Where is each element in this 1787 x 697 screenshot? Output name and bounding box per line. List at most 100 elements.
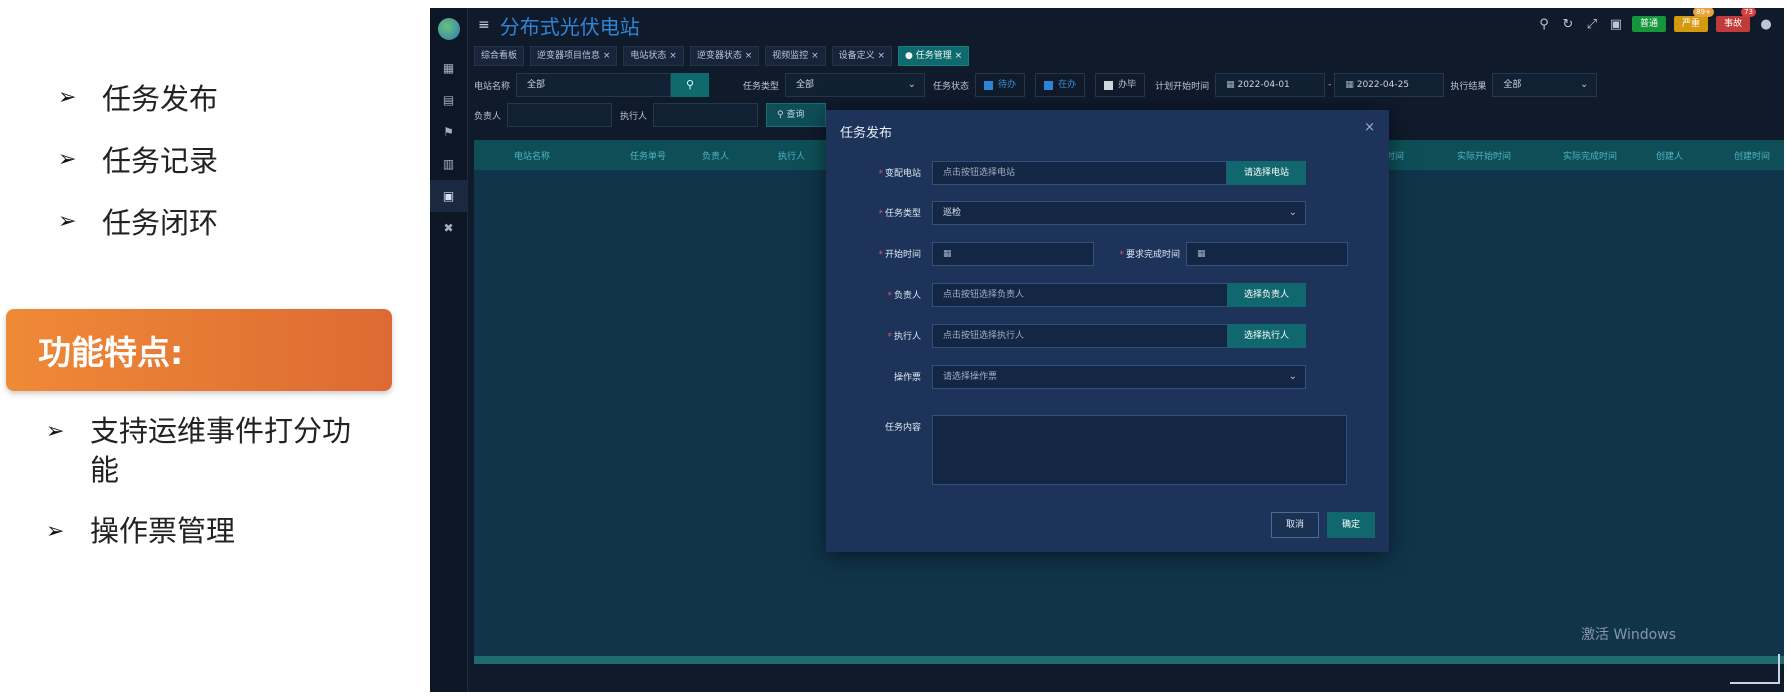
accident-alarm-label: 事故 [1723,19,1742,29]
cancel-button[interactable]: 取消 [1271,512,1319,538]
executor-field-input[interactable]: 点击按钮选择执行人 [932,324,1269,348]
date-to-input[interactable]: ▦ 2022-04-25 [1334,73,1445,97]
label-text: 任务内容 [884,423,921,433]
arrow-bullet-icon: ➢ [58,146,77,172]
close-icon[interactable]: × [1364,120,1375,135]
label-text: 开始时间 [884,250,921,260]
fullscreen-icon[interactable]: ⤢ [1584,17,1600,32]
task-type-value: 巡检 [943,208,962,218]
user-icon[interactable]: ● [1758,17,1774,32]
document-icon[interactable]: ▤ [430,84,467,116]
tab-device-definition[interactable]: 设备定义 × [831,46,893,66]
checkbox-checked-icon [1044,80,1054,90]
accident-alarm-count: 73 [1741,8,1756,17]
result-filter-select[interactable]: 全部 ⌄ [1492,73,1598,97]
label-text: 任务类型 [884,209,921,219]
task-content-textarea[interactable] [932,415,1347,485]
search-icon[interactable]: ⚲ [1536,17,1552,32]
station-field-input[interactable]: 点击按钮选择电站 [932,161,1227,185]
result-filter-label: 执行结果 [1450,81,1487,92]
task-type-select[interactable]: 巡检 ⌄ [932,201,1306,225]
owner-field-label: * 负责人 [801,288,921,301]
tab-station-status[interactable]: 电站状态 × [623,46,684,66]
status-doing-checkbox[interactable]: 在办 [1035,73,1086,97]
owner-filter-label: 负责人 [474,111,502,122]
feature-list-top: ➢ 任务发布 ➢ 任务记录 ➢ 任务闭环 [58,66,218,252]
executor-placeholder: 点击按钮选择执行人 [943,331,1025,341]
resize-handle[interactable] [1730,654,1780,684]
bullet-item: ➢ 任务闭环 [58,190,218,252]
status-done-checkbox[interactable]: 办毕 [1095,73,1146,97]
station-filter-label: 电站名称 [474,81,511,92]
required-mark: * [878,169,883,179]
column-station: 电站名称 [514,151,551,162]
slide: ➢ 任务发布 ➢ 任务记录 ➢ 任务闭环 功能特点: ➢ 支持运维事件打分功能 ➢ 操作票… [0,0,1787,697]
tab-dashboard[interactable]: 综合看板 [474,46,525,66]
severe-alarm-button[interactable]: 严重 89+ [1673,8,1714,32]
arrow-bullet-icon: ➢ [46,419,65,444]
query-button-label: 查询 [786,110,805,120]
hamburger-menu-icon[interactable]: ≡ [478,17,490,33]
bullet-text: 任务发布 [102,82,219,116]
translate-icon[interactable]: ▣ [1608,17,1624,32]
checkbox-checked-icon [984,80,994,90]
due-time-input[interactable]: ▦ [1186,242,1348,266]
chevron-down-icon: ⌄ [1288,207,1297,218]
ticket-select[interactable]: 请选择操作票 ⌄ [932,365,1306,389]
column-creator: 创建人 [1656,151,1684,162]
feature-heading: 功能特点: [38,333,184,372]
date-from-input[interactable]: ▦ 2022-04-01 [1215,73,1326,97]
start-time-field-label: * 开始时间 [801,247,921,260]
required-mark: * [878,250,883,260]
table-icon[interactable]: ▥ [430,148,467,180]
required-mark: * [878,209,883,219]
dashboard-icon[interactable]: ▦ [430,52,467,84]
task-type-filter-select[interactable]: 全部 ⌄ [785,73,926,97]
arrow-bullet-icon: ➢ [58,84,77,110]
label-text: 负责人 [893,291,921,301]
column-owner: 负责人 [702,151,730,162]
feature-list-bottom: ➢ 支持运维事件打分功能 ➢ 操作票管理 [46,412,366,573]
tab-video[interactable]: 视频监控 × [765,46,826,66]
bullet-item: ➢ 任务发布 [58,66,218,128]
severe-alarm-count: 89+ [1693,8,1714,17]
station-search-button[interactable]: ⚲ [671,73,710,97]
tab-inverter-status[interactable]: 逆变器状态 × [689,46,760,66]
task-icon[interactable]: ▣ [430,180,467,212]
bullet-text: 支持运维事件打分功能 [90,414,352,487]
query-button[interactable]: ⚲ 查询 [766,103,827,127]
normal-alarm-button[interactable]: 普通 [1631,16,1666,32]
chevron-down-icon: ⌄ [1288,371,1297,382]
refresh-icon[interactable]: ↻ [1560,17,1576,32]
select-executor-button[interactable]: 选择执行人 [1227,324,1306,348]
bullet-text: 任务闭环 [102,206,219,240]
task-type-filter-label: 任务类型 [743,81,780,92]
app-window: ▦ ▤ ⚑ ▥ ▣ ✖ ≡ 分布式光伏电站 ⚲ ↻ ⤢ ▣ 普通 严重 89+ 事… [430,8,1784,692]
chevron-down-icon: ⌄ [1579,79,1589,90]
bullet-text: 任务记录 [102,144,219,178]
tab-task-management[interactable]: ● 任务管理 × [898,46,970,66]
date-from-value: 2022-04-01 [1237,80,1290,90]
ticket-placeholder: 请选择操作票 [943,372,998,382]
tools-icon[interactable]: ✖ [430,212,467,244]
executor-filter-label: 执行人 [620,111,648,122]
select-station-button[interactable]: 请选择电站 [1227,161,1306,185]
tab-inverter-project[interactable]: 逆变器项目信息 × [530,46,618,66]
select-owner-button[interactable]: 选择负责人 [1227,283,1306,307]
calendar-icon: ▦ [1197,249,1206,259]
owner-filter-input[interactable] [507,103,613,127]
owner-field-input[interactable]: 点击按钮选择负责人 [932,283,1269,307]
flag-icon[interactable]: ⚑ [430,116,467,148]
normal-alarm-label: 普通 [1639,19,1658,29]
station-filter-input[interactable]: 全部 [516,73,672,97]
globe-logo-icon [437,18,460,40]
horizontal-scrollbar[interactable] [474,656,1784,664]
status-todo-checkbox[interactable]: 待办 [975,73,1026,97]
label-text: 变配电站 [884,169,921,179]
bullet-item: ➢ 操作票管理 [46,512,366,551]
executor-filter-input[interactable] [653,103,759,127]
date-to-value: 2022-04-25 [1356,80,1410,90]
accident-alarm-button[interactable]: 事故 73 [1715,8,1756,32]
calendar-icon: ▦ [1345,80,1357,90]
confirm-button[interactable]: 确定 [1327,512,1375,538]
